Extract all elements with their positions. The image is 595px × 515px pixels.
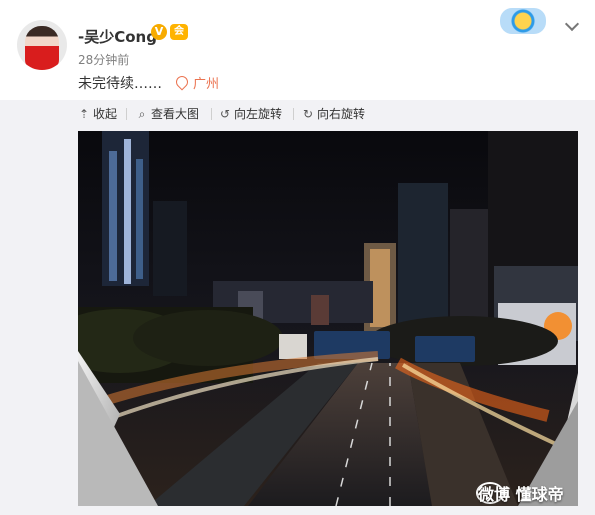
watermark: 微博 懂球帝 <box>478 485 564 504</box>
view-large-button[interactable]: ⌕ 查看大图 <box>136 104 204 124</box>
avatar-image <box>25 26 59 70</box>
toolbar-divider <box>211 108 212 120</box>
rotate-left-label: 向左旋转 <box>234 107 283 121</box>
username[interactable]: -吴少Cong <box>78 26 157 47</box>
rotate-right-label: 向右旋转 <box>317 107 366 121</box>
post-image[interactable] <box>78 131 578 506</box>
collapse-label: 收起 <box>93 107 118 121</box>
toolbar-divider <box>293 108 294 120</box>
collapse-button[interactable]: ⇡ 收起 <box>78 104 120 124</box>
toolbar-divider <box>126 108 127 120</box>
view-large-label: 查看大图 <box>151 107 200 121</box>
verified-badge: V <box>151 24 167 40</box>
member-badge: 会 <box>170 24 188 40</box>
location-link[interactable]: 广州 <box>193 73 219 92</box>
medal-badge-icon[interactable] <box>500 8 546 34</box>
search-icon: ⌕ <box>138 107 146 121</box>
post-text: 未完待续…… <box>78 76 162 92</box>
rotate-left-button[interactable]: ↺ 向左旋转 <box>219 104 289 124</box>
rotate-right-button[interactable]: ↻ 向右旋转 <box>302 104 372 124</box>
upload-icon: ⇡ <box>78 107 90 121</box>
rotate-left-icon: ↺ <box>219 107 231 121</box>
post-time[interactable]: 28分钟前 <box>78 51 129 68</box>
city-night-image <box>78 131 578 506</box>
avatar[interactable] <box>17 20 67 70</box>
rotate-right-icon: ↻ <box>302 107 314 121</box>
